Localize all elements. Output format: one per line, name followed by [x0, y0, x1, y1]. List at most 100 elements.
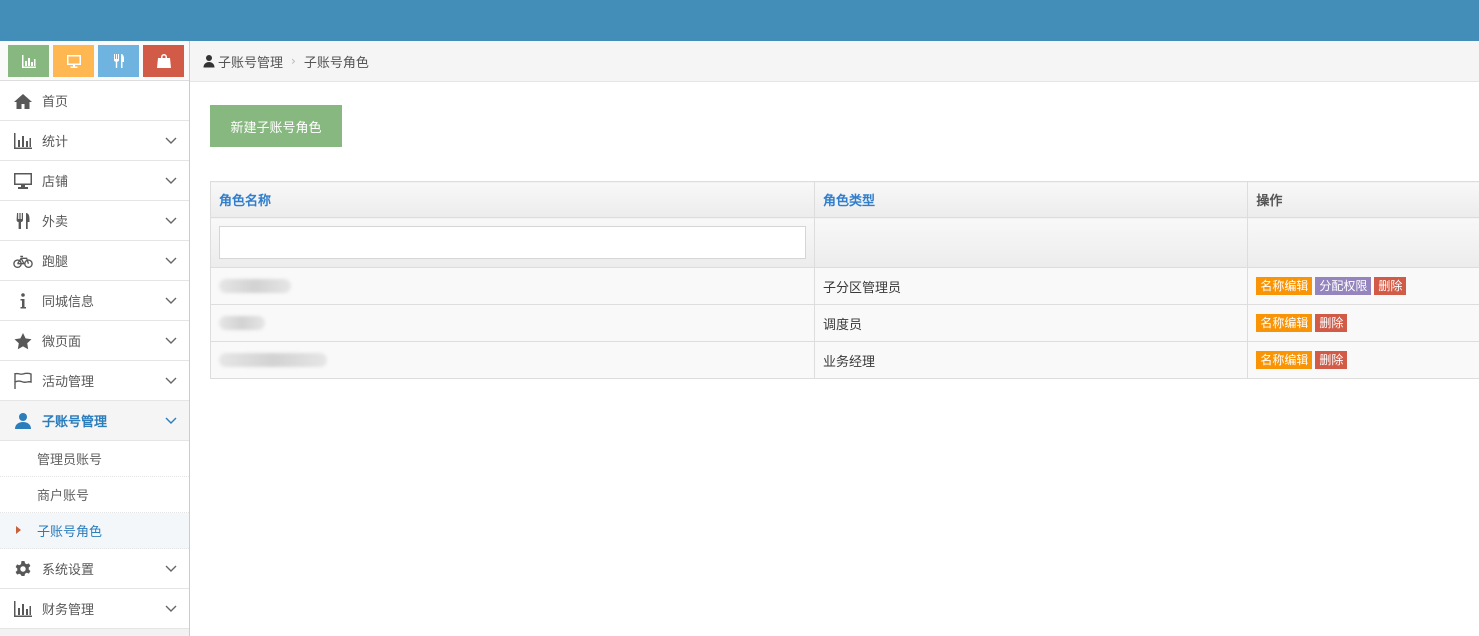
breadcrumb: 子账号管理 › 子账号角色 [190, 41, 1479, 82]
role-name-cell [210, 304, 815, 342]
user-icon [12, 412, 34, 430]
sidebar-subitem-label: 子账号角色 [37, 525, 103, 540]
redacted-text [219, 279, 291, 293]
sidebar-item-local-info[interactable]: 同城信息 [0, 281, 189, 321]
sidebar-item-label: 子账号管理 [42, 415, 108, 430]
delete-button[interactable]: 删除 [1374, 277, 1407, 295]
filter-cell-role-name [210, 217, 815, 268]
edit-name-button[interactable]: 名称编辑 [1256, 277, 1313, 295]
role-type-cell: 子分区管理员 [813, 267, 1249, 305]
delete-button[interactable]: 删除 [1315, 314, 1348, 332]
role-type-cell: 调度员 [813, 304, 1249, 342]
bar-chart-icon [21, 55, 36, 68]
redacted-text [219, 353, 327, 367]
table-filter-row [210, 217, 1479, 268]
bar-chart-icon [12, 600, 34, 618]
sidebar-item-label: 微页面 [42, 335, 82, 350]
chevron-down-icon [165, 217, 177, 224]
sidebar-item-store[interactable]: 店铺 [0, 161, 189, 201]
sidebar-item-label: 同城信息 [42, 295, 95, 310]
sidebar-item-finance[interactable]: 财务管理 [0, 589, 189, 629]
new-role-button[interactable]: 新建子账号角色 [210, 105, 342, 147]
sidebar: 首页 统计 店铺 外卖 跑腿 同城信息 微页面 活动管理 子账号管理 管理员账号… [0, 41, 190, 636]
sidebar-item-errand[interactable]: 跑腿 [0, 241, 189, 281]
table-row: 调度员 名称编辑 删除 [210, 304, 1479, 342]
monitor-icon [12, 172, 34, 190]
top-navbar [0, 0, 1479, 41]
shopping-bag-icon [156, 54, 171, 68]
sidebar-subitem-admin-accounts[interactable]: 管理员账号 [0, 441, 189, 477]
sidebar-item-stats[interactable]: 统计 [0, 121, 189, 161]
sidebar-subitem-merchant-accounts[interactable]: 商户账号 [0, 477, 189, 513]
chevron-down-icon [165, 605, 177, 612]
chevron-down-icon [165, 565, 177, 572]
chevron-down-icon [165, 177, 177, 184]
caret-right-icon [16, 526, 21, 534]
chevron-down-icon [165, 377, 177, 384]
home-icon [12, 92, 34, 110]
role-name-filter-input[interactable] [219, 226, 806, 259]
assign-permissions-button[interactable]: 分配权限 [1315, 277, 1372, 295]
sidebar-item-activities[interactable]: 活动管理 [0, 361, 189, 401]
cutlery-icon [113, 54, 124, 68]
role-name-cell [210, 341, 815, 379]
sidebar-item-label: 统计 [42, 135, 69, 150]
breadcrumb-separator-icon: › [291, 54, 296, 68]
sidebar-item-label: 财务管理 [42, 603, 95, 618]
chevron-down-icon [165, 257, 177, 264]
redacted-text [219, 316, 265, 330]
table-header-row: 角色名称 角色类型 操作 [210, 181, 1479, 218]
column-header-role-type[interactable]: 角色类型 [813, 181, 1249, 218]
gear-icon [12, 560, 34, 578]
role-name-cell [210, 267, 815, 305]
role-type-cell: 业务经理 [813, 341, 1249, 379]
sidebar-item-label: 系统设置 [42, 563, 95, 578]
bar-chart-icon [12, 132, 34, 150]
sidebar-item-takeout[interactable]: 外卖 [0, 201, 189, 241]
sidebar-item-subaccounts[interactable]: 子账号管理 [0, 401, 189, 441]
shortcut-takeout-button[interactable] [98, 45, 139, 77]
sidebar-item-micro-page[interactable]: 微页面 [0, 321, 189, 361]
chevron-down-icon [165, 137, 177, 144]
shortcut-store-button[interactable] [53, 45, 94, 77]
sidebar-subitem-subaccount-roles[interactable]: 子账号角色 [0, 513, 189, 549]
breadcrumb-link-subaccounts[interactable]: 子账号管理 [218, 52, 283, 71]
sidebar-subitem-label: 管理员账号 [37, 453, 103, 468]
column-header-role-name[interactable]: 角色名称 [210, 181, 815, 218]
sidebar-item-label: 活动管理 [42, 375, 95, 390]
sidebar-item-home[interactable]: 首页 [0, 81, 189, 121]
column-header-actions: 操作 [1247, 181, 1479, 218]
star-icon [12, 332, 34, 350]
monitor-icon [66, 55, 81, 68]
sidebar-item-label: 首页 [42, 95, 69, 110]
shortcut-shop-button[interactable] [143, 45, 184, 77]
chevron-down-icon [165, 337, 177, 344]
filter-cell-empty [1247, 217, 1479, 268]
sidebar-item-label: 外卖 [42, 215, 69, 230]
chevron-down-icon [165, 417, 177, 424]
table-row: 业务经理 名称编辑 删除 [210, 341, 1479, 379]
actions-cell: 名称编辑 删除 [1247, 341, 1479, 379]
breadcrumb-current: 子账号角色 [303, 55, 369, 71]
sidebar-item-system-settings[interactable]: 系统设置 [0, 549, 189, 589]
info-icon [12, 292, 34, 310]
actions-cell: 名称编辑 删除 [1247, 304, 1479, 342]
user-icon [203, 55, 215, 68]
edit-name-button[interactable]: 名称编辑 [1256, 351, 1313, 369]
flag-icon [12, 372, 34, 390]
shortcut-stats-button[interactable] [8, 45, 49, 77]
bicycle-icon [12, 252, 34, 270]
sidebar-item-label: 跑腿 [42, 255, 69, 270]
sidebar-subitem-label: 商户账号 [37, 489, 90, 504]
edit-name-button[interactable]: 名称编辑 [1256, 314, 1313, 332]
table-row: 子分区管理员 名称编辑 分配权限 删除 [210, 267, 1479, 305]
actions-cell: 名称编辑 分配权限 删除 [1247, 267, 1479, 305]
sidebar-shortcuts [0, 41, 189, 81]
filter-cell-empty [813, 217, 1249, 268]
sidebar-item-label: 店铺 [42, 175, 69, 190]
chevron-down-icon [165, 297, 177, 304]
delete-button[interactable]: 删除 [1315, 351, 1348, 369]
cutlery-icon [12, 212, 34, 230]
roles-table: 角色名称 角色类型 操作 子分区管理员 名称编辑 分配权限 删除 调度员 名称编辑删… [210, 181, 1479, 379]
main-content: 子账号管理 › 子账号角色 新建子账号角色 角色名称 角色类型 操作 子分区管理… [190, 41, 1479, 636]
